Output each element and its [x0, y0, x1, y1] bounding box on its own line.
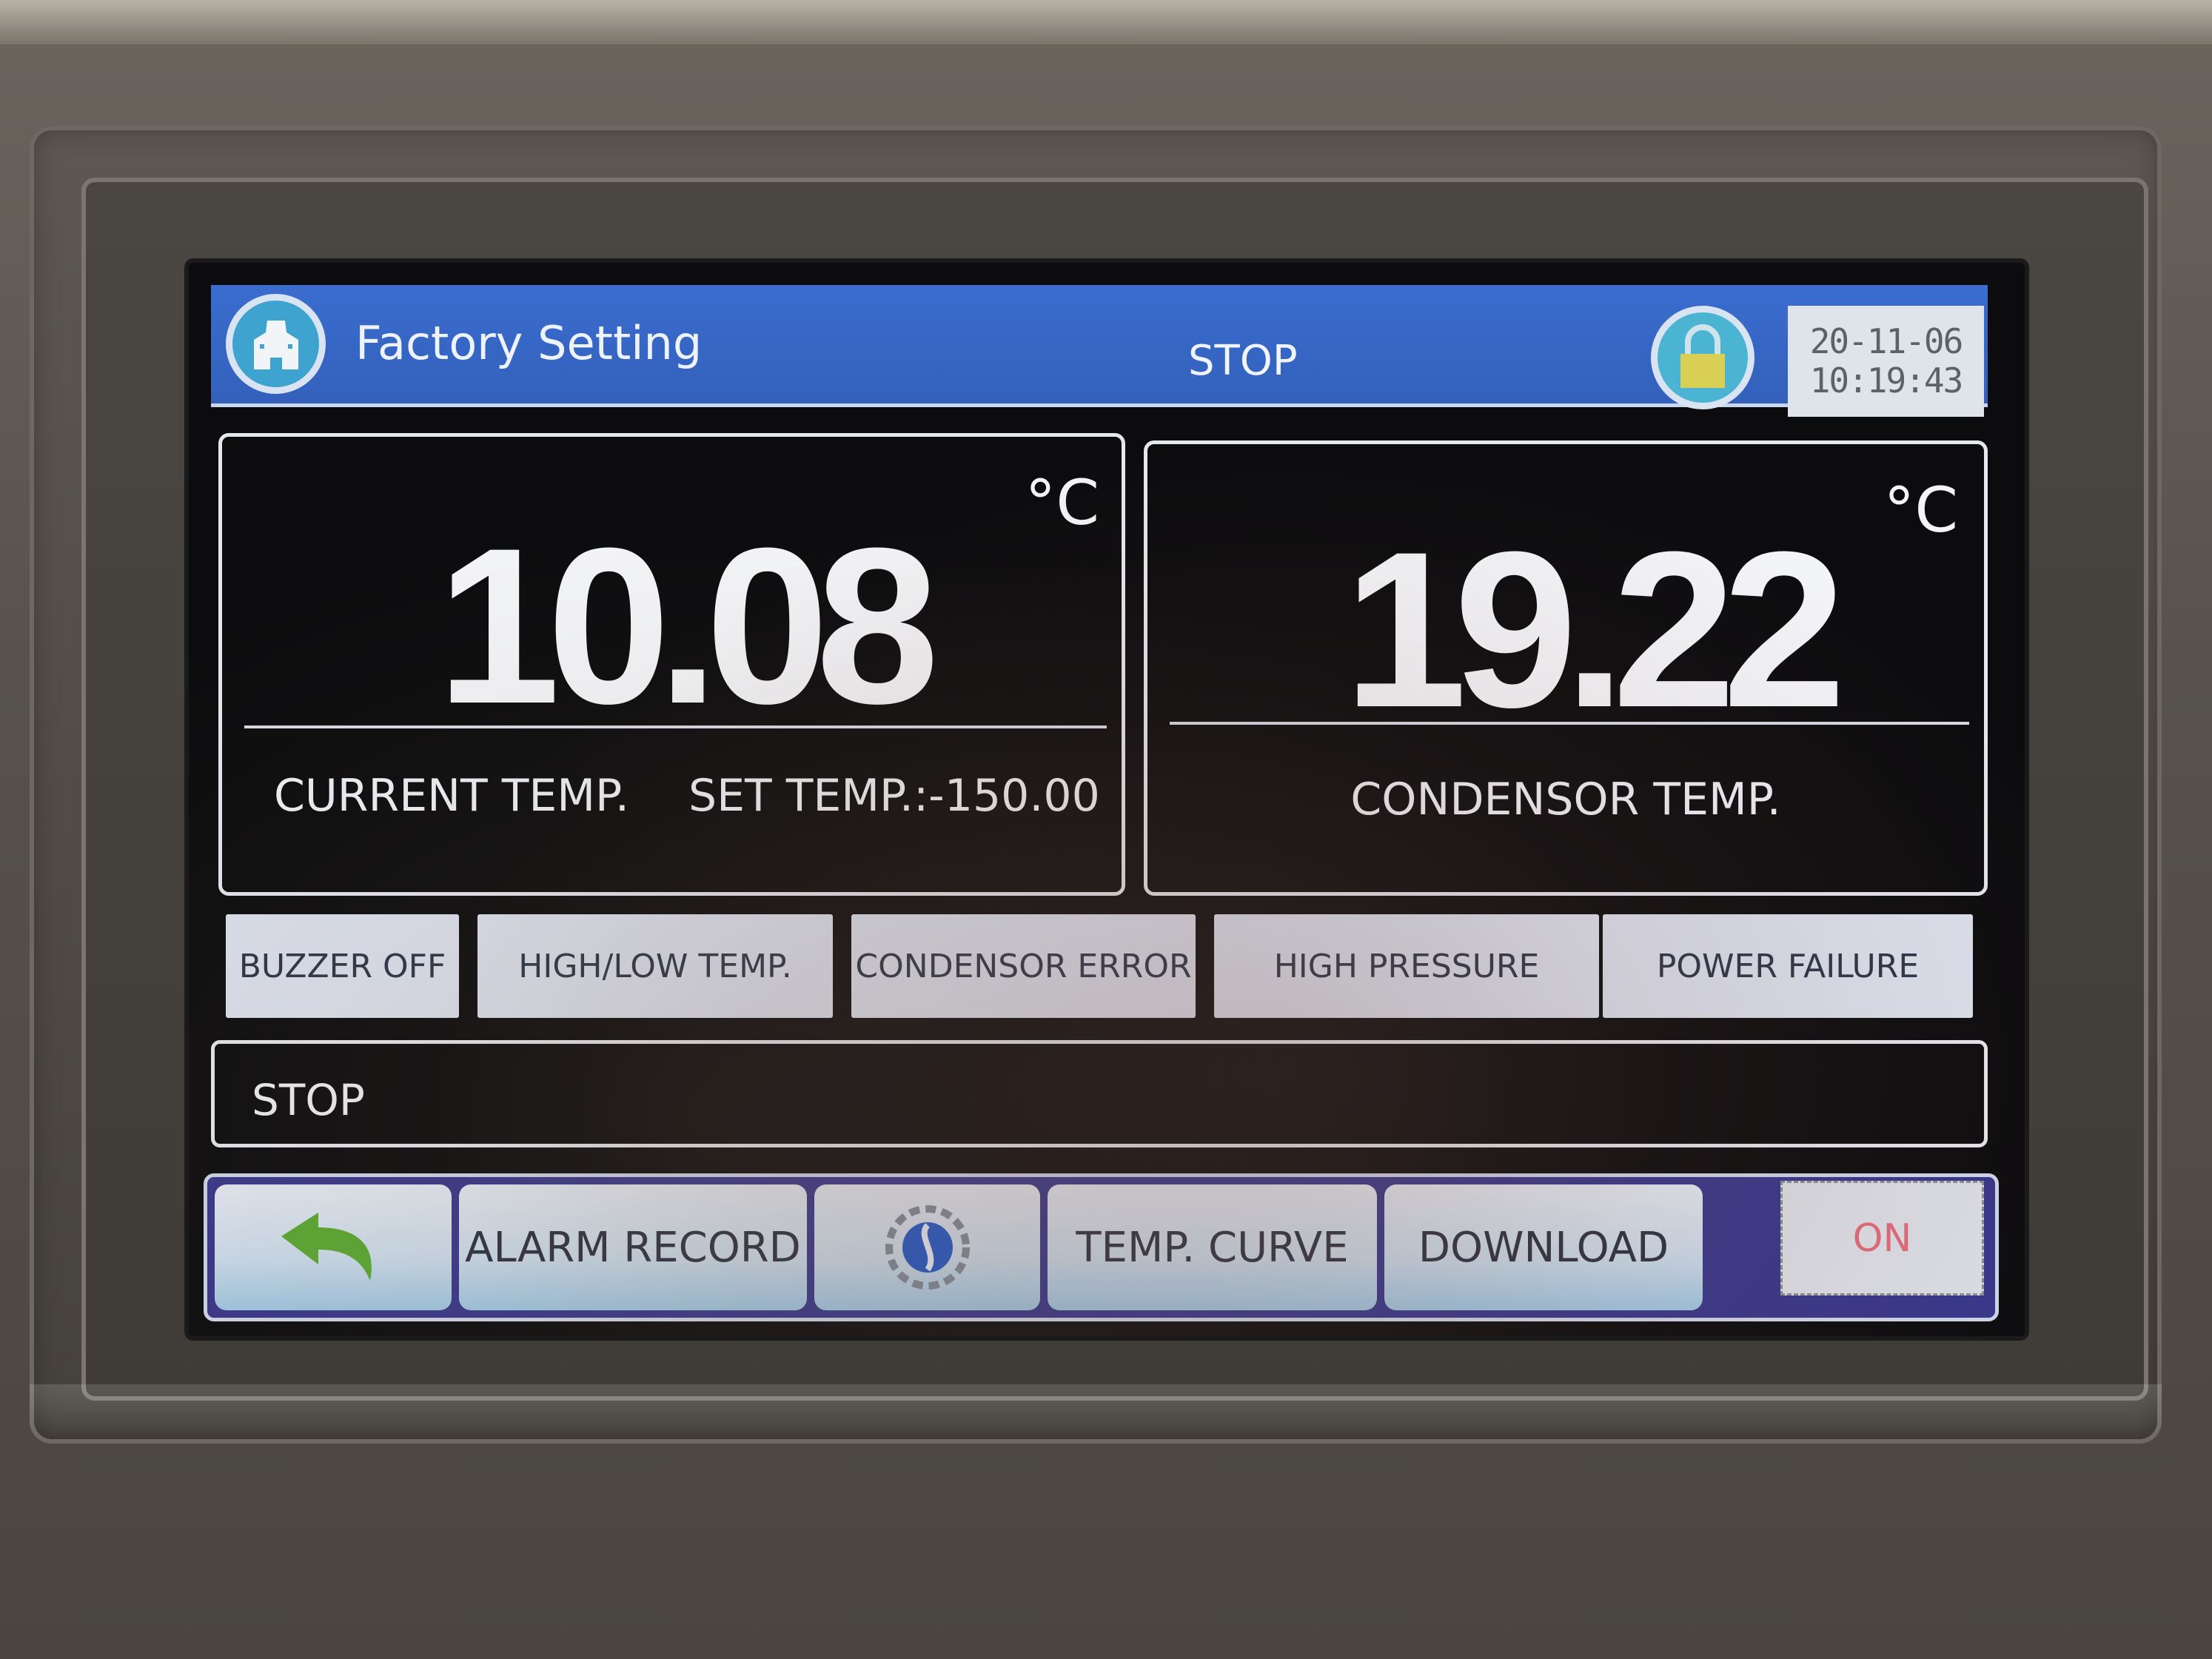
download-button[interactable]: DOWNLOAD [1384, 1184, 1703, 1310]
alarm-condensor-error: CONDENSOR ERROR [851, 914, 1196, 1018]
wall-background [0, 0, 2212, 44]
alarm-record-button[interactable]: ALARM RECORD [459, 1184, 807, 1310]
current-temp-value: 10.08 [437, 501, 939, 750]
home-icon [253, 320, 298, 369]
current-temp-label: CURRENT TEMP. [274, 770, 629, 822]
current-temp-panel: 10.08 °C CURRENT TEMP. SET TEMP.:-150.00 [218, 433, 1125, 896]
datetime-display: 20-11-06 10:19:43 [1788, 306, 1984, 417]
home-button[interactable] [226, 294, 326, 394]
bottom-toolbar: ALARM RECORD TEMP. CURVE DOWNLOAD ON [204, 1173, 1999, 1321]
run-status: STOP [1188, 337, 1298, 385]
bezel-reflection [30, 1384, 2162, 1444]
alarm-high-low-temp: HIGH/LOW TEMP. [477, 914, 833, 1018]
condensor-temp-label: CONDENSOR TEMP. [1350, 774, 1781, 825]
settings-button[interactable] [814, 1184, 1040, 1310]
panel-divider [1170, 722, 1969, 725]
alarm-power-failure: POWER FAILURE [1603, 914, 1973, 1018]
lock-button[interactable] [1651, 306, 1754, 409]
condensor-temp-unit: °C [1883, 474, 1958, 546]
panel-divider [244, 725, 1107, 728]
back-button[interactable] [215, 1184, 452, 1310]
condensor-temp-value: 19.22 [1344, 505, 1846, 754]
touch-screen: Factory Setting STOP 20-11-06 10:19:43 1… [189, 263, 2025, 1336]
settings-gear-icon [885, 1205, 970, 1290]
date-text: 20-11-06 [1809, 321, 1964, 362]
power-on-button[interactable]: ON [1780, 1181, 1984, 1296]
message-text: STOP [252, 1075, 365, 1125]
set-temp-button[interactable]: SET TEMP.:-150.00 [688, 770, 1100, 822]
header-bar: Factory Setting STOP 20-11-06 10:19:43 [211, 285, 1988, 417]
message-bar: STOP [211, 1040, 1988, 1147]
time-text: 10:19:43 [1809, 361, 1964, 400]
buzzer-off-button[interactable]: BUZZER OFF [226, 914, 459, 1018]
alarm-high-pressure: HIGH PRESSURE [1214, 914, 1599, 1018]
back-arrow-icon [281, 1213, 372, 1281]
page-title: Factory Setting [355, 316, 703, 370]
alarm-indicators: BUZZER OFF HIGH/LOW TEMP. CONDENSOR ERRO… [226, 914, 1995, 1018]
lock-icon [1680, 324, 1725, 388]
temp-curve-button[interactable]: TEMP. CURVE [1048, 1184, 1377, 1310]
condensor-temp-panel: 19.22 °C CONDENSOR TEMP. [1144, 440, 1988, 896]
current-temp-unit: °C [1025, 466, 1099, 539]
